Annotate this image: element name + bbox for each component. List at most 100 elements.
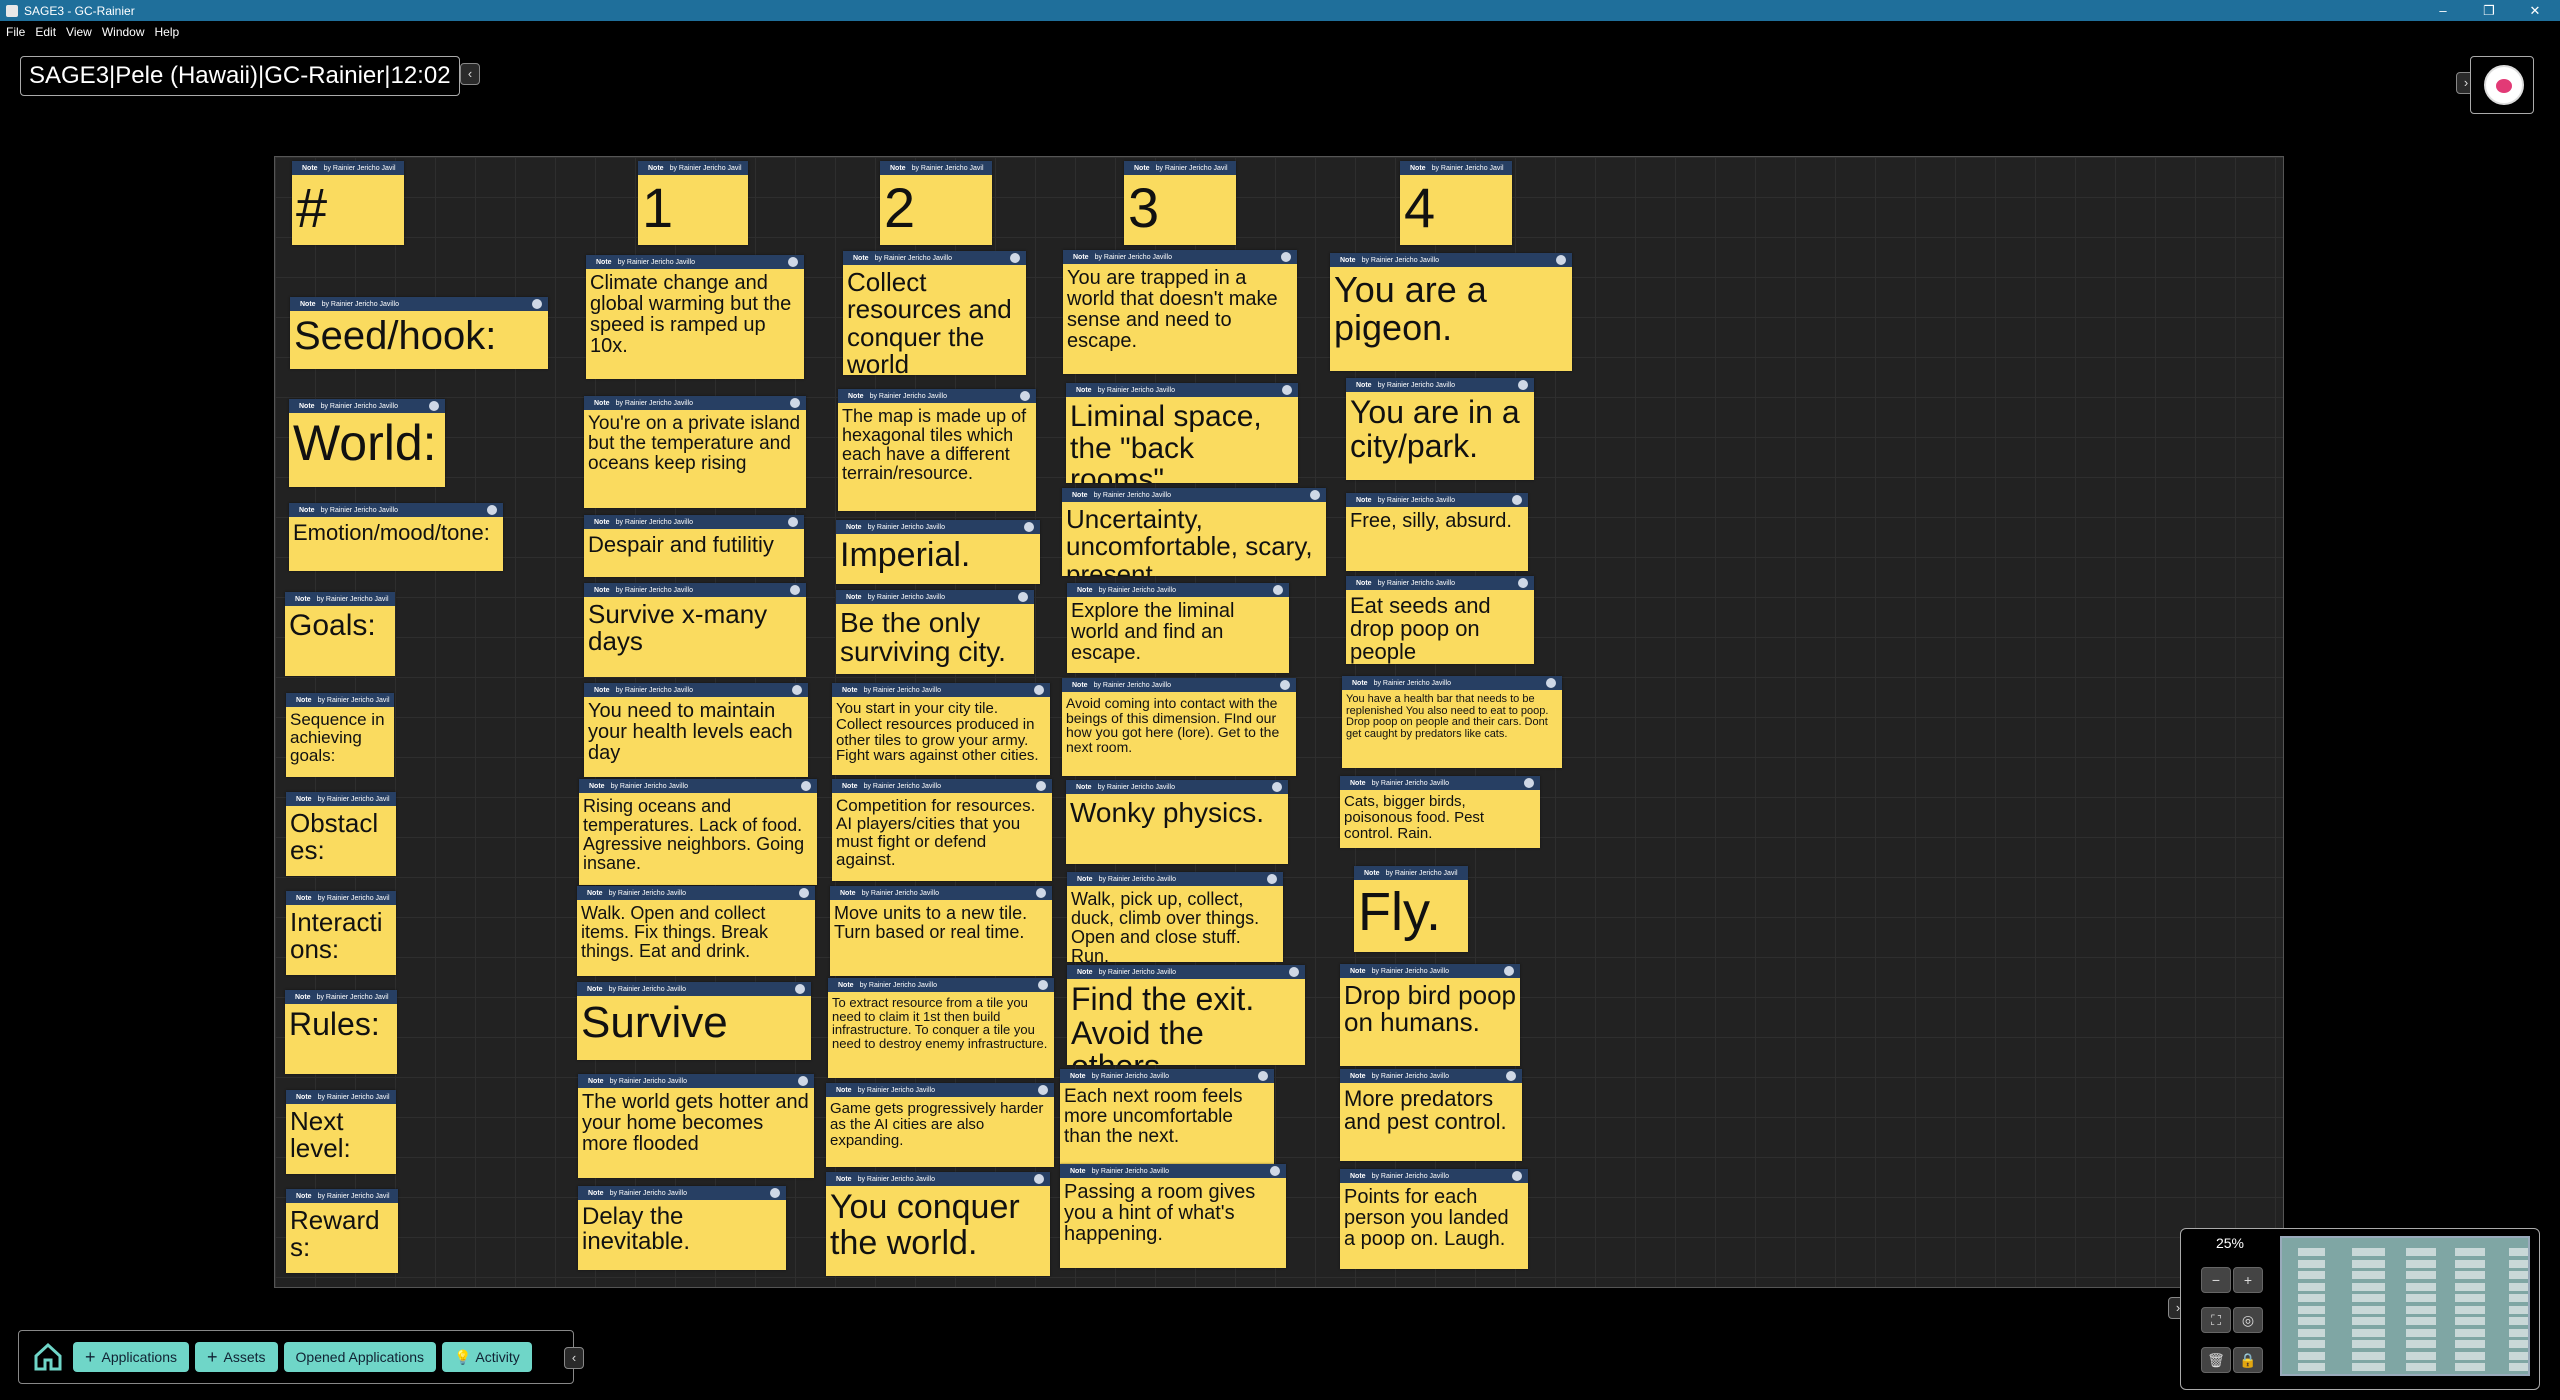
note-text[interactable]: Survive — [577, 996, 811, 1046]
note-menu-icon[interactable] — [1512, 495, 1522, 505]
note-menu-icon[interactable] — [1518, 578, 1528, 588]
note-header[interactable]: Note by Rainier Jericho Javillo — [826, 1172, 1050, 1186]
minimap[interactable] — [2280, 1236, 2530, 1376]
note-menu-icon[interactable] — [1518, 380, 1528, 390]
note-text[interactable]: Uncertainty, uncomfortable, scary, prese… — [1062, 502, 1326, 576]
note-header[interactable]: Note by Rainier Jericho Javillo — [1346, 493, 1528, 507]
sticky-note[interactable]: Note by Rainier Jericho Javillo Free, sill… — [1346, 493, 1528, 571]
sticky-note[interactable]: Note by Rainier Jericho Javillo Collect re… — [843, 251, 1026, 375]
note-text[interactable]: Seed/hook: — [290, 311, 548, 357]
sticky-note[interactable]: Note by Rainier Jericho Javillo Delay the … — [578, 1186, 786, 1270]
fit-board-button[interactable]: ◎ — [2233, 1307, 2263, 1333]
note-header[interactable]: Note by Rainier Jericho Javil — [285, 990, 397, 1004]
note-header[interactable]: Note by Rainier Jericho Javillo — [578, 1074, 814, 1088]
note-text[interactable]: Competition for resources. AI players/ci… — [832, 793, 1052, 868]
note-header[interactable]: Note by Rainier Jericho Javillo — [289, 503, 503, 517]
note-menu-icon[interactable] — [801, 781, 811, 791]
sticky-note[interactable]: Note by Rainier Jericho Javillo Be the onl… — [836, 590, 1034, 674]
note-header[interactable]: Note by Rainier Jericho Javillo — [838, 389, 1036, 403]
note-text[interactable]: # — [292, 175, 404, 238]
note-header[interactable]: Note by Rainier Jericho Javil — [1124, 161, 1236, 175]
note-text[interactable]: World: — [289, 413, 445, 470]
note-header[interactable]: Note by Rainier Jericho Javil — [286, 1189, 398, 1203]
sticky-note[interactable]: Note by Rainier Jericho Javillo World: — [289, 399, 445, 487]
note-header[interactable]: Note by Rainier Jericho Javillo — [1340, 1169, 1528, 1183]
note-menu-icon[interactable] — [1524, 778, 1534, 788]
note-text[interactable]: Walk. Open and collect items. Fix things… — [577, 900, 815, 961]
note-menu-icon[interactable] — [1036, 888, 1046, 898]
sticky-note[interactable]: Note by Rainier Jericho Javillo You are tr… — [1063, 250, 1297, 374]
note-menu-icon[interactable] — [487, 505, 497, 515]
note-menu-icon[interactable] — [429, 401, 439, 411]
sticky-note[interactable]: Note by Rainier Jericho Javillo Avoid comi… — [1062, 678, 1296, 776]
note-menu-icon[interactable] — [795, 984, 805, 994]
note-text[interactable]: Free, silly, absurd. — [1346, 507, 1528, 532]
note-text[interactable]: Collect resources and conquer the world — [843, 265, 1026, 375]
note-header[interactable]: Note by Rainier Jericho Javillo — [832, 683, 1050, 697]
note-header[interactable]: Note by Rainier Jericho Javil — [1400, 161, 1512, 175]
sticky-note[interactable]: Note by Rainier Jericho Javil Sequence in … — [286, 693, 394, 777]
note-header[interactable]: Note by Rainier Jericho Javillo — [290, 297, 548, 311]
note-text[interactable]: Interacti ons: — [286, 905, 396, 964]
note-header[interactable]: Note by Rainier Jericho Javillo — [577, 886, 815, 900]
sticky-note[interactable]: Note by Rainier Jericho Javillo Passing a … — [1060, 1164, 1286, 1268]
note-text[interactable]: Imperial. — [836, 534, 1040, 574]
note-text[interactable]: More predators and pest control. — [1340, 1083, 1522, 1133]
sticky-note[interactable]: Note by Rainier Jericho Javil Fly. — [1354, 866, 1468, 952]
note-text[interactable]: Despair and futilitiy — [584, 529, 804, 556]
sticky-note[interactable]: Note by Rainier Jericho Javillo The map is… — [838, 389, 1036, 511]
note-text[interactable]: Passing a room gives you a hint of what'… — [1060, 1178, 1286, 1245]
note-header[interactable]: Note by Rainier Jericho Javillo — [1060, 1164, 1286, 1178]
sticky-note[interactable]: Note by Rainier Jericho Javillo Walk, pick… — [1067, 872, 1283, 962]
note-text[interactable]: 4 — [1400, 175, 1512, 238]
zoom-in-button[interactable]: + — [2233, 1267, 2263, 1293]
note-text[interactable]: Cats, bigger birds, poisonous food. Pest… — [1340, 790, 1540, 841]
note-text[interactable]: Move units to a new tile. Turn based or … — [830, 900, 1052, 942]
maximize-button[interactable]: ❐ — [2466, 0, 2512, 21]
sticky-note[interactable]: Note by Rainier Jericho Javillo You are a … — [1330, 253, 1572, 371]
note-header[interactable]: Note by Rainier Jericho Javillo — [826, 1083, 1054, 1097]
note-header[interactable]: Note by Rainier Jericho Javillo — [1062, 488, 1326, 502]
note-text[interactable]: Rising oceans and temperatures. Lack of … — [579, 793, 817, 873]
note-text[interactable]: You need to maintain your health levels … — [584, 697, 808, 764]
note-text[interactable]: You are a pigeon. — [1330, 267, 1572, 347]
note-text[interactable]: Wonky physics. — [1066, 794, 1288, 828]
note-text[interactable]: Emotion/mood/tone: — [289, 517, 503, 544]
note-text[interactable]: Game gets progressively harder as the AI… — [826, 1097, 1054, 1148]
note-header[interactable]: Note by Rainier Jericho Javil — [286, 1090, 396, 1104]
note-menu-icon[interactable] — [1270, 1166, 1280, 1176]
note-header[interactable]: Note by Rainier Jericho Javillo — [1340, 1069, 1522, 1083]
note-text[interactable]: Each next room feels more uncomfortable … — [1060, 1083, 1274, 1147]
sticky-note[interactable]: Note by Rainier Jericho Javil Interacti on… — [286, 891, 396, 975]
sticky-note[interactable]: Note by Rainier Jericho Javillo Find the e… — [1067, 965, 1305, 1065]
menu-file[interactable]: File — [6, 25, 25, 39]
note-header[interactable]: Note by Rainier Jericho Javillo — [828, 978, 1054, 992]
note-menu-icon[interactable] — [1034, 1174, 1044, 1184]
note-header[interactable]: Note by Rainier Jericho Javil — [638, 161, 748, 175]
note-text[interactable]: Avoid coming into contact with the being… — [1062, 692, 1296, 755]
avatar[interactable] — [2484, 65, 2524, 105]
note-header[interactable]: Note by Rainier Jericho Javillo — [579, 779, 817, 793]
sticky-note[interactable]: Note by Rainier Jericho Javillo Climate ch… — [586, 255, 804, 379]
note-header[interactable]: Note by Rainier Jericho Javillo — [1330, 253, 1572, 267]
note-text[interactable]: Eat seeds and drop poop on people — [1346, 590, 1534, 663]
note-menu-icon[interactable] — [1010, 253, 1020, 263]
note-text[interactable]: 2 — [880, 175, 992, 238]
sticky-note[interactable]: Note by Rainier Jericho Javillo You need t… — [584, 683, 808, 777]
note-menu-icon[interactable] — [1267, 874, 1277, 884]
note-menu-icon[interactable] — [790, 585, 800, 595]
sticky-note[interactable]: Note by Rainier Jericho Javillo Competitio… — [832, 779, 1052, 881]
note-menu-icon[interactable] — [1258, 1071, 1268, 1081]
sticky-note[interactable]: Note by Rainier Jericho Javil 1 — [638, 161, 748, 245]
sticky-note[interactable]: Note by Rainier Jericho Javillo Walk. Open… — [577, 886, 815, 976]
sticky-note[interactable]: Note by Rainier Jericho Javillo Eat seeds … — [1346, 576, 1534, 664]
note-text[interactable]: You are trapped in a world that doesn't … — [1063, 264, 1297, 352]
sticky-note[interactable]: Note by Rainier Jericho Javil Rules: — [285, 990, 397, 1074]
note-header[interactable]: Note by Rainier Jericho Javillo — [1067, 965, 1305, 979]
sticky-note[interactable]: Note by Rainier Jericho Javillo More preda… — [1340, 1069, 1522, 1161]
note-header[interactable]: Note by Rainier Jericho Javillo — [1340, 964, 1520, 978]
sticky-note[interactable]: Note by Rainier Jericho Javillo Game gets … — [826, 1083, 1054, 1167]
note-header[interactable]: Note by Rainier Jericho Javillo — [832, 779, 1052, 793]
sticky-note[interactable]: Note by Rainier Jericho Javil 3 — [1124, 161, 1236, 245]
note-menu-icon[interactable] — [1310, 490, 1320, 500]
